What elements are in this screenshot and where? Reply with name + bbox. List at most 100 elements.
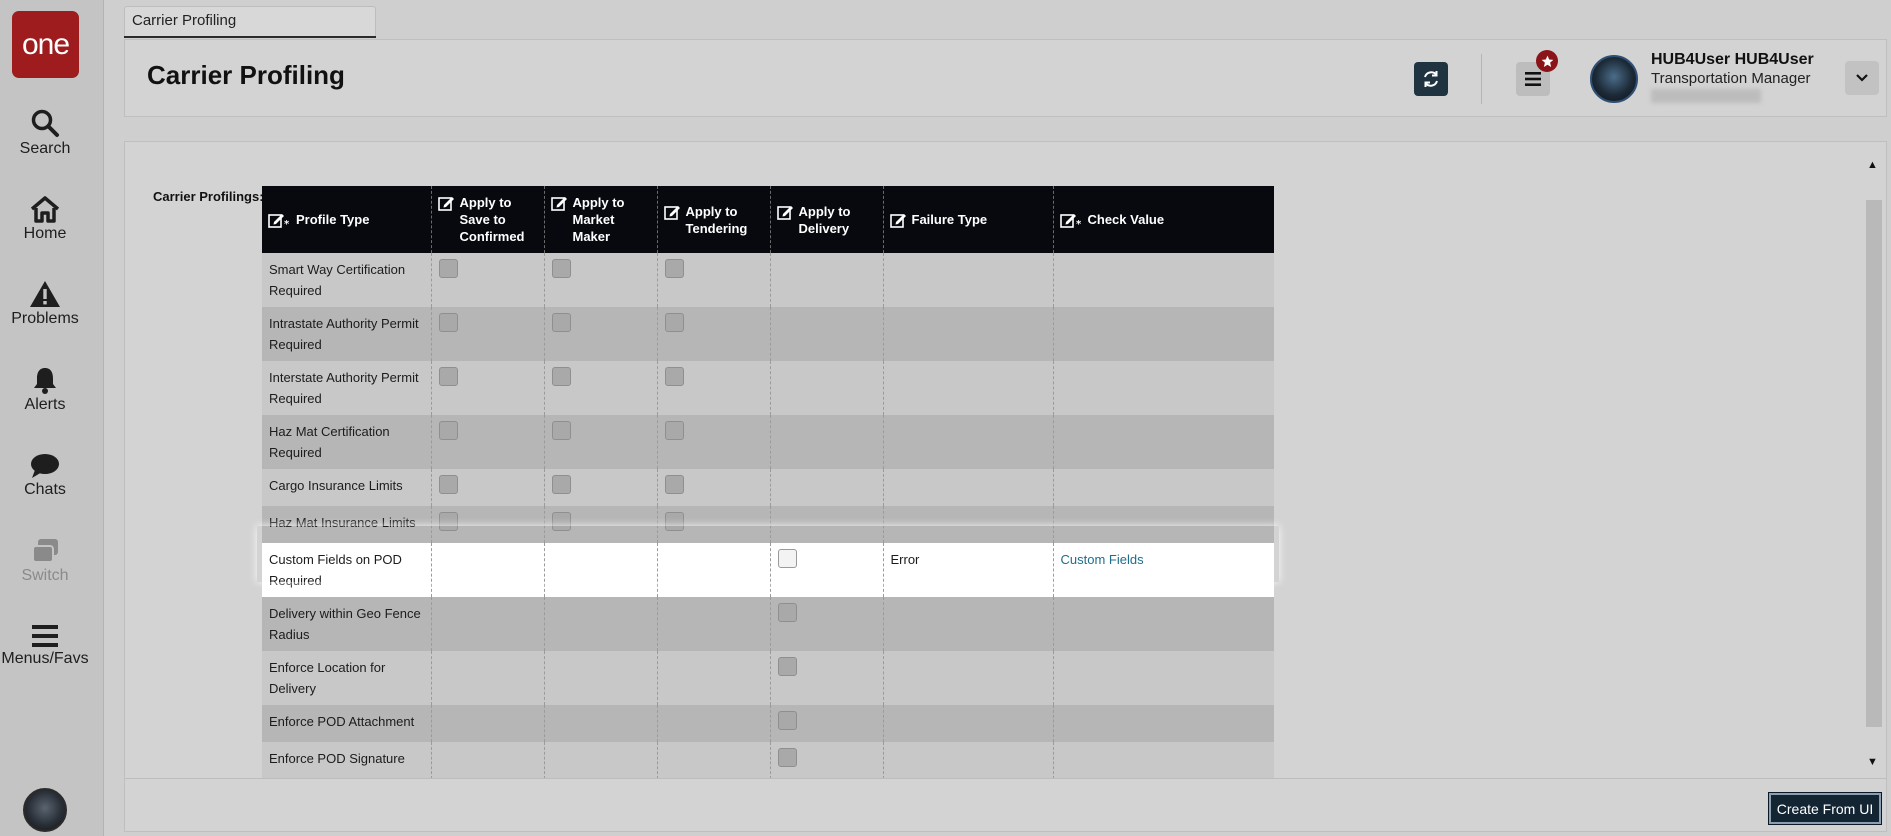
checkbox-market[interactable] xyxy=(551,512,571,531)
checkbox-market[interactable] xyxy=(551,259,571,278)
column-label-apply-tendering: Apply to Tendering xyxy=(685,203,748,236)
column-header-apply-market-maker[interactable]: Apply to Market Maker xyxy=(544,186,658,253)
checkbox-market[interactable] xyxy=(551,421,571,440)
nav-problems[interactable]: Problems xyxy=(0,280,90,328)
checkbox-delivery[interactable] xyxy=(777,711,797,730)
scroll-down-arrow-icon[interactable]: ▼ xyxy=(1867,756,1878,768)
checkbox-save[interactable] xyxy=(438,421,458,440)
column-header-apply-delivery[interactable]: Apply to Delivery xyxy=(770,186,884,253)
column-header-apply-save-confirmed[interactable]: Apply to Save to Confirmed xyxy=(431,186,545,253)
cell-failure-type xyxy=(883,469,1054,506)
column-header-failure-type[interactable]: Failure Type xyxy=(883,186,1054,253)
cell-market xyxy=(544,651,658,705)
cell-profile-type: Interstate Authority Permit Required xyxy=(262,361,432,415)
menu-icon xyxy=(32,625,58,647)
cell-save xyxy=(431,415,545,469)
cell-save xyxy=(431,506,545,543)
table-row[interactable]: Enforce Location for Delivery xyxy=(262,651,1274,705)
checkbox-delivery[interactable] xyxy=(777,748,797,767)
cell-profile-type: Enforce Location for Delivery xyxy=(262,651,432,705)
checkbox-save[interactable] xyxy=(438,367,458,386)
table-row[interactable]: Enforce POD Signature xyxy=(262,742,1274,778)
nav-home[interactable]: Home xyxy=(0,195,90,243)
checkbox-tendering[interactable] xyxy=(664,259,684,278)
edit-icon xyxy=(889,214,906,228)
checkbox-tendering[interactable] xyxy=(664,512,684,531)
header-divider xyxy=(1481,54,1482,104)
cell-failure-type xyxy=(883,415,1054,469)
cell-failure-type xyxy=(883,506,1054,543)
tab-carrier-profiling[interactable]: Carrier Profiling xyxy=(124,6,376,37)
edit-required-icon: * xyxy=(268,214,290,228)
main-panel: ▲ ▼ Carrier Profilings: * Profile Type A… xyxy=(124,141,1887,832)
cell-profile-type: Enforce POD Signature xyxy=(262,742,432,778)
cell-check-value xyxy=(1053,253,1274,307)
column-label-failure-type: Failure Type xyxy=(911,212,988,227)
checkbox-save[interactable] xyxy=(438,313,458,332)
search-icon xyxy=(31,109,59,137)
cell-delivery xyxy=(770,307,884,361)
cell-failure-type: Error xyxy=(883,543,1054,597)
cell-delivery xyxy=(770,597,884,651)
page-title: Carrier Profiling xyxy=(147,60,345,90)
checkbox-delivery[interactable] xyxy=(777,603,797,622)
edit-icon xyxy=(663,205,680,220)
table-row-selected[interactable]: Custom Fields on POD Required Error Custom… xyxy=(262,543,1274,597)
table-row[interactable]: Intrastate Authority Permit Required xyxy=(262,307,1274,361)
cell-tendering xyxy=(657,253,771,307)
cell-tendering xyxy=(657,543,771,597)
cell-delivery xyxy=(770,469,884,506)
column-label-profile-type: Profile Type xyxy=(296,212,370,227)
checkbox-delivery[interactable] xyxy=(777,549,797,568)
checkbox-delivery[interactable] xyxy=(777,657,797,676)
nav-alerts[interactable]: Alerts xyxy=(0,366,90,414)
refresh-button[interactable] xyxy=(1414,62,1448,96)
cell-delivery xyxy=(770,415,884,469)
checkbox-save[interactable] xyxy=(438,475,458,494)
check-value-link[interactable]: Custom Fields xyxy=(1061,552,1144,567)
checkbox-tendering[interactable] xyxy=(664,313,684,332)
table-row[interactable]: Smart Way Certification Required xyxy=(262,253,1274,307)
checkbox-market[interactable] xyxy=(551,367,571,386)
cell-delivery xyxy=(770,705,884,742)
nav-switch[interactable]: Switch xyxy=(0,537,90,585)
checkbox-tendering[interactable] xyxy=(664,475,684,494)
cell-market xyxy=(544,705,658,742)
scroll-up-arrow-icon[interactable]: ▲ xyxy=(1867,159,1878,171)
side-navigation: one Search Home Problems Alerts Chats Sw… xyxy=(0,0,104,836)
table-row[interactable]: Cargo Insurance Limits xyxy=(262,469,1274,506)
checkbox-save[interactable] xyxy=(438,512,458,531)
edit-icon xyxy=(437,197,454,211)
column-header-profile-type[interactable]: * Profile Type xyxy=(262,186,432,253)
cell-save xyxy=(431,543,545,597)
checkbox-tendering[interactable] xyxy=(664,367,684,386)
nav-menus-favs[interactable]: Menus/Favs xyxy=(0,624,90,668)
nav-search[interactable]: Search xyxy=(0,108,90,158)
column-header-check-value[interactable]: * Check Value xyxy=(1053,186,1274,253)
checkbox-save[interactable] xyxy=(438,259,458,278)
checkbox-market[interactable] xyxy=(551,475,571,494)
cell-failure-type xyxy=(883,361,1054,415)
table-row[interactable]: Enforce POD Attachment xyxy=(262,705,1274,742)
checkbox-tendering[interactable] xyxy=(664,421,684,440)
checkbox-market[interactable] xyxy=(551,313,571,332)
cell-check-value xyxy=(1053,597,1274,651)
table-row[interactable]: Haz Mat Certification Required xyxy=(262,415,1274,469)
user-menu-dropdown[interactable] xyxy=(1845,61,1879,95)
table-row[interactable]: Delivery within Geo Fence Radius xyxy=(262,597,1274,651)
switch-icon xyxy=(32,539,58,563)
warning-icon xyxy=(30,281,60,307)
cell-market xyxy=(544,597,658,651)
nav-chats[interactable]: Chats xyxy=(0,453,90,499)
create-from-ui-button[interactable]: Create From UI xyxy=(1768,792,1882,825)
table-row[interactable]: Haz Mat Insurance Limits xyxy=(262,506,1274,543)
cell-profile-type: Intrastate Authority Permit Required xyxy=(262,307,432,361)
nav-user-avatar[interactable] xyxy=(23,788,67,832)
user-avatar[interactable] xyxy=(1590,55,1638,103)
column-header-apply-tendering[interactable]: Apply to Tendering xyxy=(657,186,771,253)
vertical-scrollbar[interactable] xyxy=(1866,200,1882,727)
table-row[interactable]: Interstate Authority Permit Required xyxy=(262,361,1274,415)
one-logo[interactable]: one xyxy=(12,11,79,78)
cell-save xyxy=(431,742,545,778)
cell-check-value xyxy=(1053,651,1274,705)
